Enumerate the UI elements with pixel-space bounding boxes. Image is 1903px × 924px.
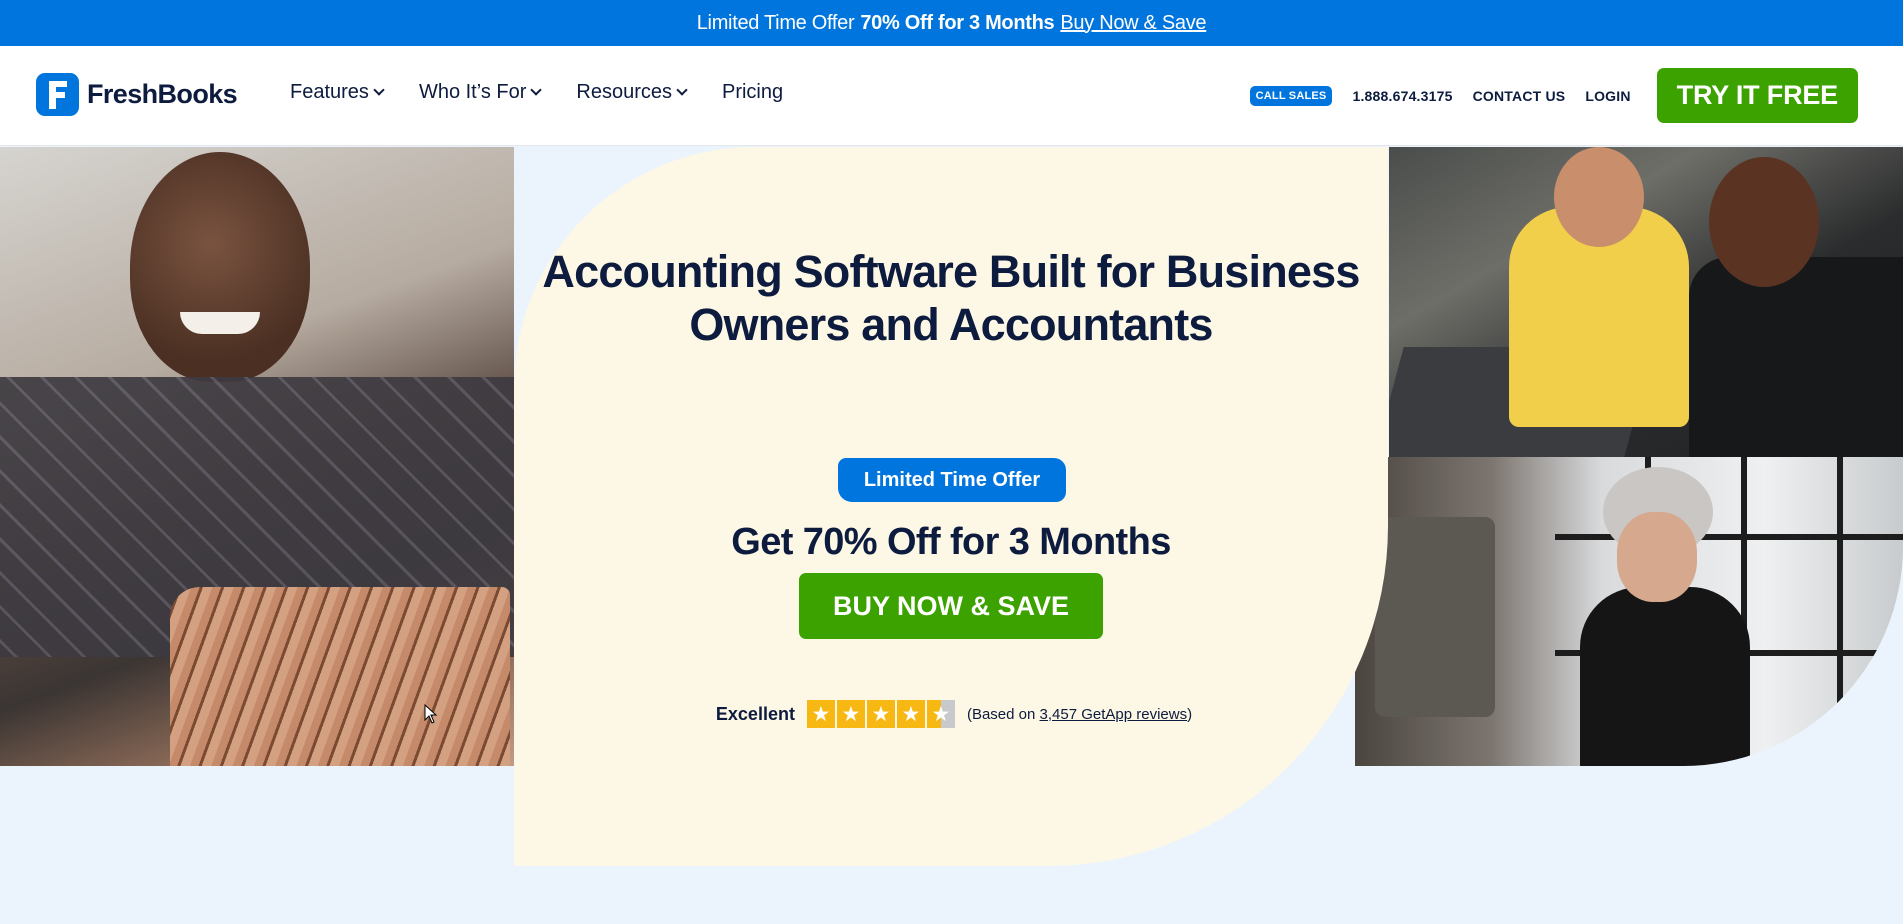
star-rating: ★ ★ ★ ★ ★: [806, 700, 955, 728]
nav-features-label: Features: [290, 81, 369, 103]
hero-section: Accounting Software Built for Business O…: [0, 147, 1903, 866]
contact-us-link[interactable]: CONTACT US: [1473, 88, 1566, 104]
freshbooks-logo[interactable]: FreshBooks: [36, 73, 238, 116]
chevron-down-icon: [676, 84, 688, 96]
limited-offer-badge: Limited Time Offer: [838, 458, 1066, 502]
hero-photo-man-with-package: [0, 147, 514, 766]
rating-label: Excellent: [715, 703, 795, 724]
chevron-down-icon: [530, 84, 543, 96]
star-icon: ★: [806, 700, 835, 728]
star-icon: ★: [896, 700, 925, 728]
hero-headline: Accounting Software Built for Business O…: [542, 246, 1360, 350]
half-star-icon: ★: [926, 700, 955, 728]
rating-prefix: (Based on: [966, 705, 1040, 723]
nav-who-label: Who It’s For: [418, 81, 527, 103]
nav-who-its-for[interactable]: Who It’s For: [418, 81, 543, 104]
nav-resources[interactable]: Resources: [576, 81, 688, 104]
call-sales-badge[interactable]: CALL SALES: [1249, 85, 1333, 106]
offer-headline: Get 70% Off for 3 Months: [731, 521, 1171, 563]
hero-photo-women-laptop: [1389, 147, 1903, 457]
nav-features[interactable]: Features: [290, 81, 385, 104]
try-it-free-button[interactable]: TRY IT FREE: [1656, 68, 1858, 123]
promo-buy-link[interactable]: Buy Now & Save: [1060, 12, 1206, 35]
mouse-pointer-icon: [424, 703, 438, 729]
promo-text: Limited Time Offer: [696, 11, 855, 34]
getapp-reviews-link[interactable]: 3,457 GetApp reviews: [1040, 706, 1188, 723]
star-icon: ★: [836, 700, 865, 728]
nav-pricing[interactable]: Pricing: [722, 81, 783, 104]
promo-banner: Limited Time Offer 70% Off for 3 Months …: [0, 0, 1903, 46]
promo-discount: 70% Off for 3 Months: [860, 11, 1055, 34]
login-link[interactable]: LOGIN: [1585, 88, 1630, 104]
sales-phone-link[interactable]: 1.888.674.3175: [1352, 88, 1452, 104]
nav-resources-label: Resources: [576, 81, 672, 103]
rating-row: Excellent ★ ★ ★ ★ ★ (Based on 3,457 GetA…: [704, 700, 1204, 728]
freshbooks-f-icon: [36, 73, 79, 116]
nav-utility: CALL SALES 1.888.674.3175 CONTACT US LOG…: [1249, 68, 1858, 123]
rating-suffix: ): [1187, 705, 1193, 723]
star-icon: ★: [866, 700, 895, 728]
main-navbar: FreshBooks Features Who It’s For Resourc…: [0, 46, 1903, 146]
logo-wordmark: FreshBooks: [87, 79, 238, 109]
primary-nav: Features Who It’s For Resources Pricing: [290, 81, 783, 104]
hero-content: Accounting Software Built for Business O…: [514, 147, 1388, 866]
nav-pricing-label: Pricing: [721, 81, 784, 103]
rating-source: (Based on 3,457 GetApp reviews): [967, 706, 1192, 723]
chevron-down-icon: [373, 84, 385, 96]
buy-now-save-button[interactable]: BUY NOW & SAVE: [799, 573, 1103, 639]
hero-photo-woman-workshop: [1355, 457, 1903, 766]
